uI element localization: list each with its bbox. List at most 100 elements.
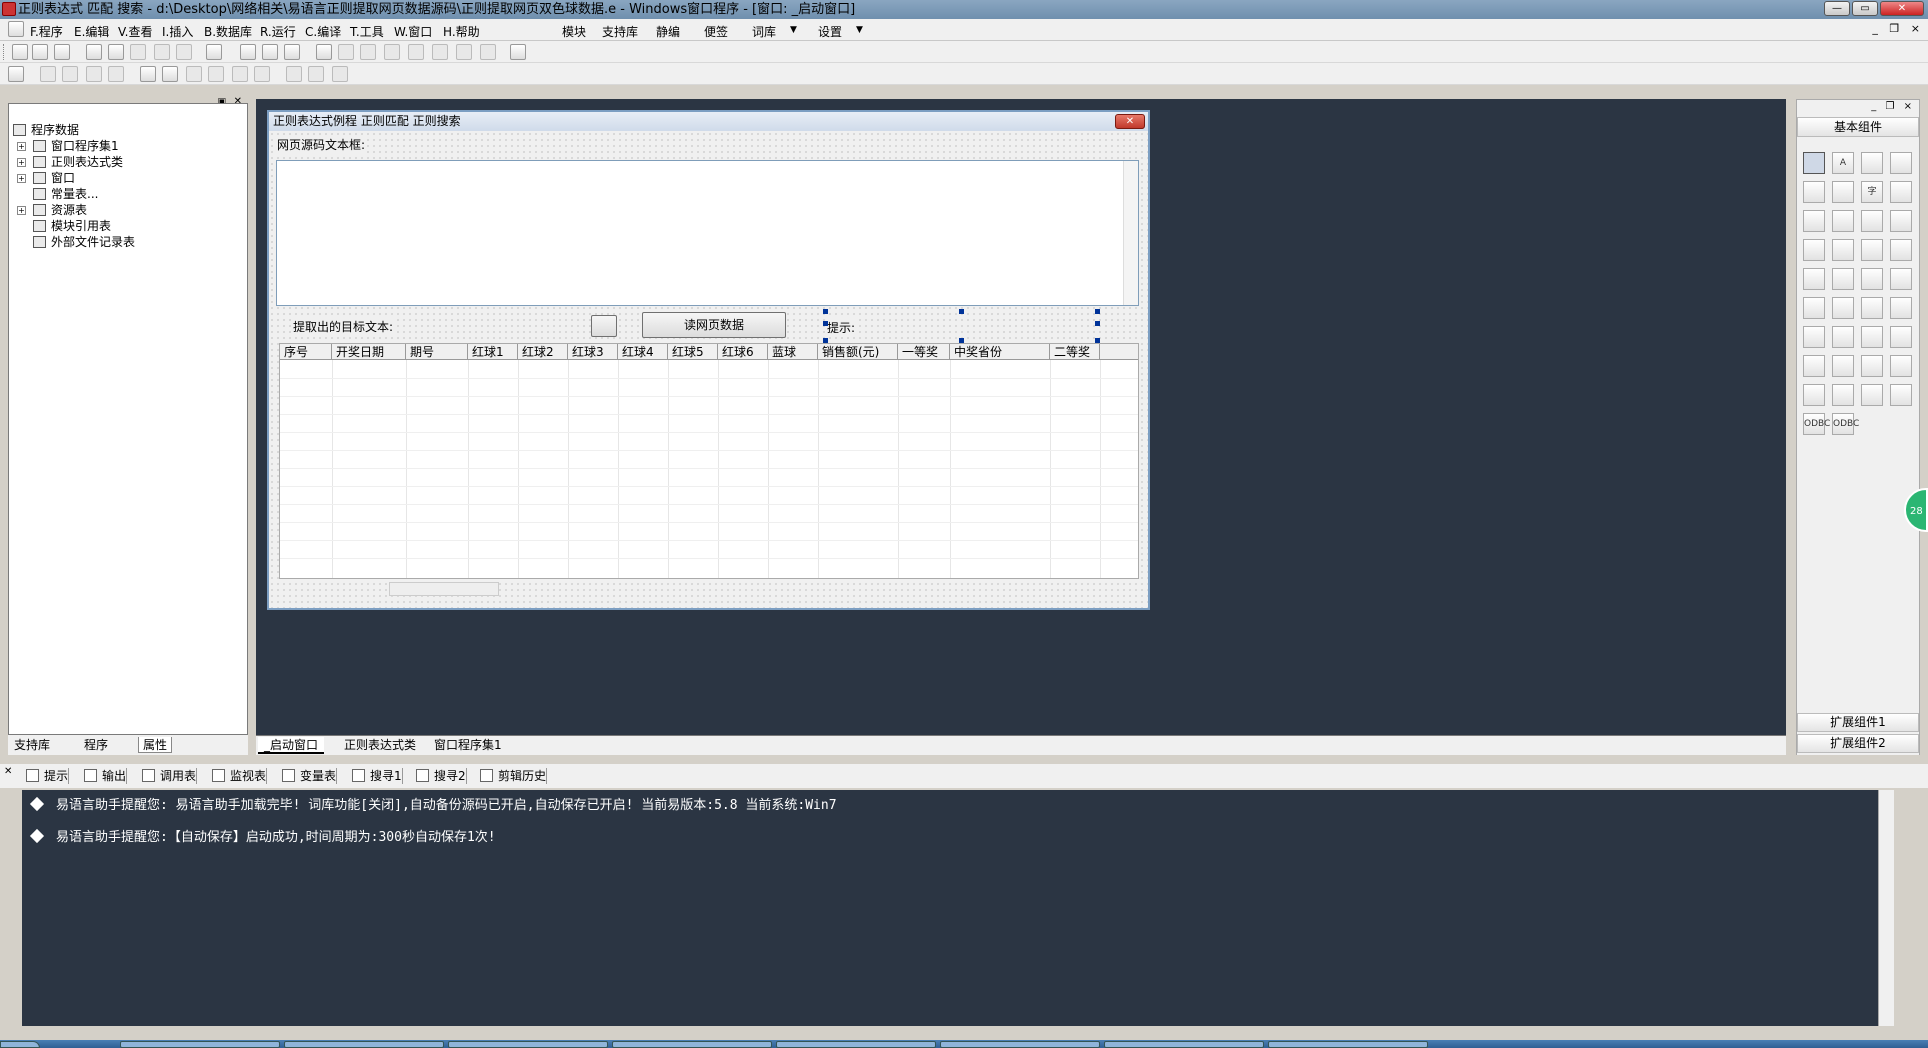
search-help-icon[interactable] xyxy=(510,44,526,60)
selection-handle[interactable] xyxy=(823,321,828,326)
expand-icon[interactable]: + xyxy=(17,206,26,215)
align-top-icon[interactable] xyxy=(86,66,102,82)
menu-window[interactable]: W.窗口 xyxy=(394,23,432,40)
tab-output[interactable]: 输出 xyxy=(80,768,128,784)
tab-icon[interactable] xyxy=(1832,268,1854,290)
calendar-icon[interactable] xyxy=(1861,268,1883,290)
listbox-icon[interactable] xyxy=(1890,210,1912,232)
menu-module[interactable]: 模块 xyxy=(562,23,586,40)
expand-icon[interactable]: + xyxy=(17,174,26,183)
space-v-icon[interactable] xyxy=(208,66,224,82)
tab-start-window[interactable]: _启动窗口 xyxy=(258,737,325,754)
tab-variables[interactable]: 变量表 xyxy=(278,768,338,784)
tab-program[interactable]: 程序 xyxy=(80,737,112,753)
tab-search1[interactable]: 搜寻1 xyxy=(348,768,403,784)
line-icon[interactable] xyxy=(1890,181,1912,203)
col-header[interactable]: 开奖日期 xyxy=(332,344,406,360)
program-icon[interactable] xyxy=(8,21,24,37)
tab-search2[interactable]: 搜寻2 xyxy=(412,768,467,784)
source-scrollbar[interactable] xyxy=(1123,161,1138,305)
selection-handle[interactable] xyxy=(1095,321,1100,326)
toolbar-grip[interactable] xyxy=(3,44,6,60)
menu-static-compile[interactable]: 静编 xyxy=(656,23,680,40)
space-h-icon[interactable] xyxy=(186,66,202,82)
new-file-icon[interactable] xyxy=(12,44,28,60)
tab-watch[interactable]: 监视表 xyxy=(208,768,268,784)
space-even-icon[interactable] xyxy=(232,66,248,82)
frame-icon[interactable] xyxy=(1832,181,1854,203)
odbc-icon[interactable]: ODBC xyxy=(1803,413,1830,435)
text-icon[interactable]: 字 xyxy=(1861,181,1883,203)
minimize-button[interactable]: — xyxy=(1824,1,1850,16)
client-icon[interactable] xyxy=(1803,355,1825,377)
col-header[interactable]: 红球3 xyxy=(568,344,618,360)
menu-run[interactable]: R.运行 xyxy=(260,23,296,40)
tree-root[interactable]: 程序数据 xyxy=(13,122,135,138)
selection-handle[interactable] xyxy=(1095,309,1100,314)
menu-database[interactable]: B.数据库 xyxy=(204,23,252,40)
start-button[interactable] xyxy=(0,1041,40,1048)
col-header[interactable]: 序号 xyxy=(280,344,332,360)
menu-help[interactable]: H.帮助 xyxy=(443,23,480,40)
menu-settings[interactable]: 设置 xyxy=(818,23,842,40)
selection-handle[interactable] xyxy=(959,309,964,314)
mdi-controls[interactable]: _ ❐ × xyxy=(1872,22,1924,35)
expand-icon[interactable]: + xyxy=(17,142,26,151)
layout2-icon[interactable] xyxy=(262,44,278,60)
list-icon[interactable] xyxy=(1803,239,1825,261)
task-item[interactable] xyxy=(776,1041,936,1048)
port-icon[interactable] xyxy=(1861,355,1883,377)
lexicon-dropdown-icon[interactable]: ▼ xyxy=(790,25,797,35)
step-into-icon[interactable] xyxy=(384,44,400,60)
table-icon[interactable] xyxy=(1890,355,1912,377)
tree-item-window-class[interactable]: + 窗口程序集1 xyxy=(13,138,135,154)
run-icon[interactable] xyxy=(316,44,332,60)
layout1-icon[interactable] xyxy=(240,44,256,60)
menu-lexicon[interactable]: 词库 xyxy=(752,23,776,40)
progress-icon[interactable] xyxy=(1890,239,1912,261)
calendar-icon[interactable] xyxy=(591,315,617,337)
task-item[interactable] xyxy=(1104,1041,1264,1048)
restore-button[interactable]: ▭ xyxy=(1852,1,1878,16)
menu-edit[interactable]: E.编辑 xyxy=(74,23,109,40)
designer-form[interactable]: 正则表达式例程 正则匹配 正则搜索 ✕ 网页源码文本框: 提取出的目标文本: 读… xyxy=(267,110,1150,610)
save-icon[interactable] xyxy=(54,44,70,60)
align-bottom-icon[interactable] xyxy=(108,66,124,82)
edit-icon[interactable] xyxy=(1803,181,1825,203)
task-item[interactable] xyxy=(120,1041,280,1048)
same-size-icon[interactable] xyxy=(332,66,348,82)
tab-clipboard-history[interactable]: 剪辑历史 xyxy=(476,768,548,784)
col-header[interactable]: 中奖省份 xyxy=(950,344,1050,360)
copy-icon[interactable] xyxy=(108,44,124,60)
panel-controls[interactable]: _ ❐ × xyxy=(1871,101,1915,112)
checkbox-icon[interactable] xyxy=(1803,210,1825,232)
align-left-icon[interactable] xyxy=(40,66,56,82)
col-header[interactable]: 红球2 xyxy=(518,344,568,360)
col-header[interactable]: 红球6 xyxy=(718,344,768,360)
menu-view[interactable]: V.查看 xyxy=(118,23,152,40)
radio-icon[interactable] xyxy=(1832,210,1854,232)
table-hscroll[interactable] xyxy=(389,582,499,596)
extension-components-1[interactable]: 扩展组件1 xyxy=(1797,713,1919,732)
shape-icon[interactable] xyxy=(1890,152,1912,174)
tab-regex-class[interactable]: 正则表达式类 xyxy=(338,737,422,754)
col-header[interactable]: 一等奖 xyxy=(898,344,950,360)
tab-support-lib[interactable]: 支持库 xyxy=(10,737,54,753)
col-header[interactable]: 红球1 xyxy=(468,344,518,360)
tree-item-window[interactable]: + 窗口 xyxy=(13,170,135,186)
task-item[interactable] xyxy=(612,1041,772,1048)
network-icon[interactable] xyxy=(1890,326,1912,348)
tab-properties[interactable]: 属性 xyxy=(138,737,173,753)
same-width-icon[interactable] xyxy=(286,66,302,82)
chart-icon[interactable] xyxy=(1890,384,1912,406)
step-over-icon[interactable] xyxy=(432,44,448,60)
tree-icon[interactable] xyxy=(1861,297,1883,319)
menu-notes[interactable]: 便签 xyxy=(704,23,728,40)
settings-dropdown-icon[interactable]: ▼ xyxy=(856,25,863,35)
slider-icon[interactable] xyxy=(1803,268,1825,290)
col-header[interactable]: 红球5 xyxy=(668,344,718,360)
components-header[interactable]: 基本组件 xyxy=(1797,117,1919,137)
space-even-v-icon[interactable] xyxy=(254,66,270,82)
menu-support-lib[interactable]: 支持库 xyxy=(602,23,638,40)
tree-item-external-files[interactable]: 外部文件记录表 xyxy=(13,234,135,250)
